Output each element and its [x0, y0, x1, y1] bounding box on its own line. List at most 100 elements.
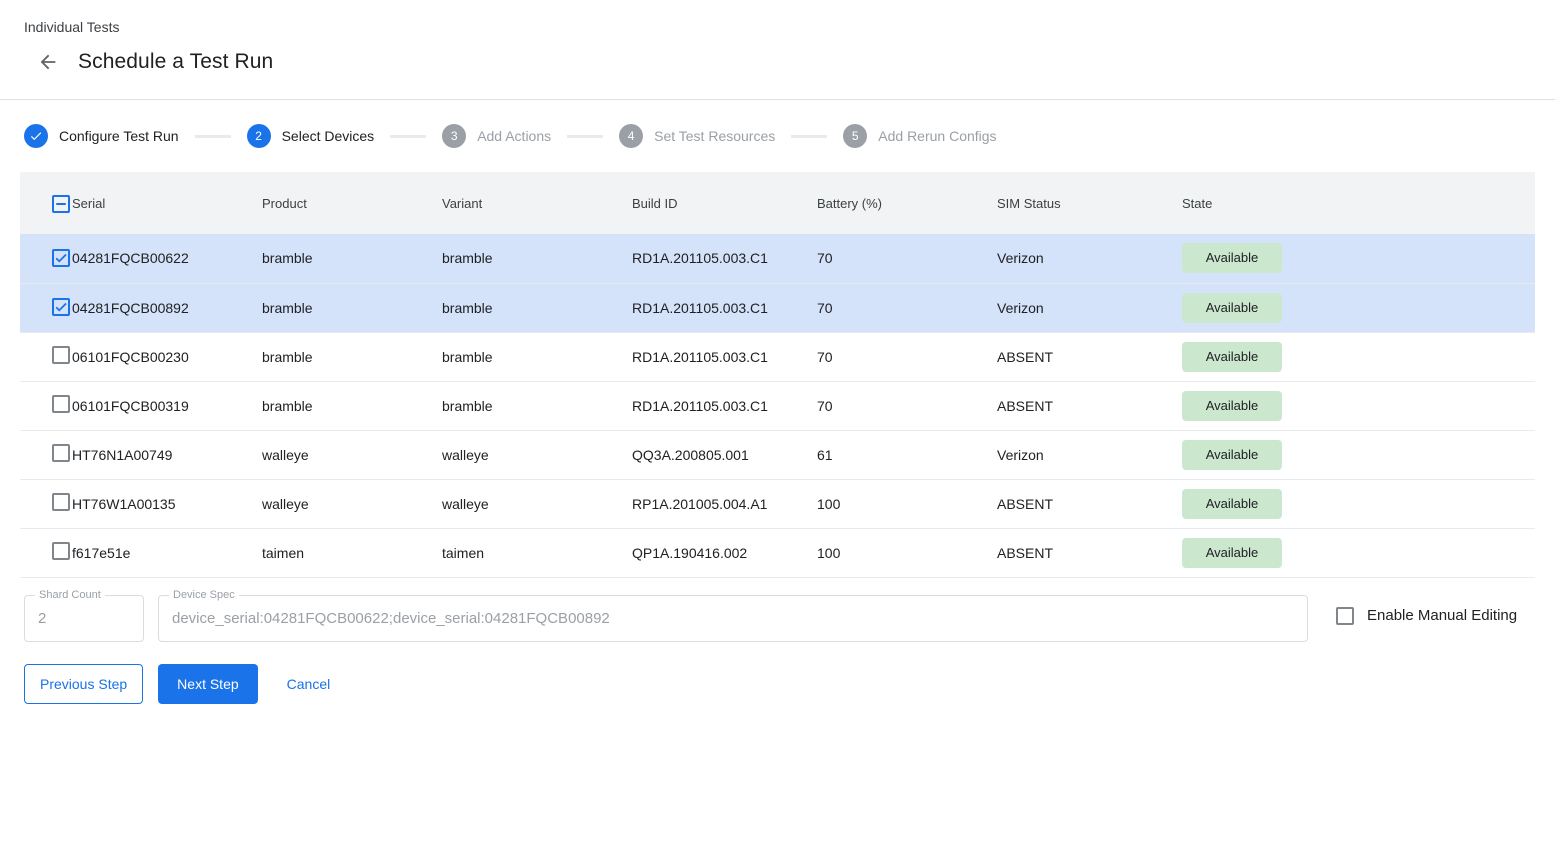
step-add-rerun-configs[interactable]: 5 Add Rerun Configs	[843, 124, 996, 148]
step-3-label: Add Actions	[477, 128, 551, 144]
cell-sim-status: ABSENT	[997, 332, 1182, 381]
select-all-header-cell	[20, 172, 72, 234]
row-select-checkbox[interactable]	[52, 395, 70, 413]
cell-product: taimen	[262, 528, 442, 577]
device-spec-field[interactable]: Device Spec device_serial:04281FQCB00622…	[158, 595, 1308, 642]
devices-table: Serial Product Variant Build ID Battery …	[20, 172, 1535, 578]
device-spec-label: Device Spec	[169, 588, 239, 602]
cell-battery: 70	[817, 234, 997, 283]
row-select-checkbox[interactable]	[52, 298, 70, 316]
step-1-label: Configure Test Run	[59, 128, 179, 144]
step-5-label: Add Rerun Configs	[878, 128, 996, 144]
step-4-circle: 4	[619, 124, 643, 148]
stepper: Configure Test Run 2 Select Devices 3 Ad…	[0, 100, 1555, 172]
cell-variant: bramble	[442, 381, 632, 430]
table-row[interactable]: 06101FQCB00230bramblebrambleRD1A.201105.…	[20, 332, 1535, 381]
status-badge: Available	[1182, 440, 1282, 470]
cell-sim-status: ABSENT	[997, 381, 1182, 430]
table-header-row: Serial Product Variant Build ID Battery …	[20, 172, 1535, 234]
cell-product: bramble	[262, 332, 442, 381]
cell-serial: 04281FQCB00622	[72, 234, 262, 283]
status-badge: Available	[1182, 391, 1282, 421]
table-row[interactable]: 04281FQCB00622bramblebrambleRD1A.201105.…	[20, 234, 1535, 283]
row-select-checkbox[interactable]	[52, 249, 70, 267]
cell-build-id: RD1A.201105.003.C1	[632, 234, 817, 283]
column-header-product[interactable]: Product	[262, 172, 442, 234]
cell-battery: 70	[817, 283, 997, 332]
cell-battery: 100	[817, 479, 997, 528]
table-row[interactable]: HT76W1A00135walleyewalleyeRP1A.201005.00…	[20, 479, 1535, 528]
row-select-cell	[20, 430, 72, 479]
column-header-variant[interactable]: Variant	[442, 172, 632, 234]
cell-product: bramble	[262, 283, 442, 332]
cell-product: walleye	[262, 479, 442, 528]
device-spec-value: device_serial:04281FQCB00622;device_seri…	[159, 610, 623, 627]
shard-count-label: Shard Count	[35, 588, 105, 602]
row-select-cell	[20, 381, 72, 430]
step-add-actions[interactable]: 3 Add Actions	[442, 124, 551, 148]
cell-serial: 06101FQCB00230	[72, 332, 262, 381]
cell-build-id: RP1A.201005.004.A1	[632, 479, 817, 528]
cell-state: Available	[1182, 430, 1535, 479]
title-row: Schedule a Test Run	[24, 50, 1531, 74]
cell-variant: bramble	[442, 283, 632, 332]
step-connector-2	[390, 135, 426, 138]
step-set-test-resources[interactable]: 4 Set Test Resources	[619, 124, 775, 148]
row-select-cell	[20, 332, 72, 381]
cell-build-id: RD1A.201105.003.C1	[632, 381, 817, 430]
enable-manual-editing-label: Enable Manual Editing	[1367, 607, 1517, 624]
column-header-sim-status[interactable]: SIM Status	[997, 172, 1182, 234]
step-select-devices[interactable]: 2 Select Devices	[247, 124, 375, 148]
column-header-state[interactable]: State	[1182, 172, 1535, 234]
table-row[interactable]: 06101FQCB00319bramblebrambleRD1A.201105.…	[20, 381, 1535, 430]
cell-state: Available	[1182, 381, 1535, 430]
cell-battery: 70	[817, 381, 997, 430]
cell-product: walleye	[262, 430, 442, 479]
status-badge: Available	[1182, 293, 1282, 323]
back-arrow-icon[interactable]	[36, 50, 60, 74]
cell-sim-status: ABSENT	[997, 479, 1182, 528]
cell-state: Available	[1182, 528, 1535, 577]
cell-battery: 70	[817, 332, 997, 381]
devices-table-body: 04281FQCB00622bramblebrambleRD1A.201105.…	[20, 234, 1535, 577]
previous-step-button[interactable]: Previous Step	[24, 664, 143, 704]
cell-build-id: QP1A.190416.002	[632, 528, 817, 577]
cell-build-id: QQ3A.200805.001	[632, 430, 817, 479]
shard-count-field[interactable]: Shard Count 2	[24, 595, 144, 642]
shard-count-value: 2	[25, 610, 59, 627]
row-select-checkbox[interactable]	[52, 542, 70, 560]
row-select-cell	[20, 234, 72, 283]
row-select-checkbox[interactable]	[52, 444, 70, 462]
cell-sim-status: ABSENT	[997, 528, 1182, 577]
column-header-battery[interactable]: Battery (%)	[817, 172, 997, 234]
column-header-build-id[interactable]: Build ID	[632, 172, 817, 234]
table-row[interactable]: HT76N1A00749walleyewalleyeQQ3A.200805.00…	[20, 430, 1535, 479]
cell-variant: walleye	[442, 479, 632, 528]
step-configure-test-run[interactable]: Configure Test Run	[24, 124, 179, 148]
cell-state: Available	[1182, 479, 1535, 528]
wizard-actions: Previous Step Next Step Cancel	[0, 642, 1555, 704]
cell-serial: f617e51e	[72, 528, 262, 577]
cell-sim-status: Verizon	[997, 234, 1182, 283]
enable-manual-editing-checkbox[interactable]	[1336, 607, 1354, 625]
step-2-label: Select Devices	[282, 128, 375, 144]
step-connector-1	[195, 135, 231, 138]
row-select-cell	[20, 283, 72, 332]
enable-manual-editing-row[interactable]: Enable Manual Editing	[1336, 607, 1517, 625]
breadcrumb[interactable]: Individual Tests	[24, 18, 1531, 36]
cancel-button[interactable]: Cancel	[273, 665, 345, 703]
step-connector-3	[567, 135, 603, 138]
devices-table-head: Serial Product Variant Build ID Battery …	[20, 172, 1535, 234]
cell-variant: taimen	[442, 528, 632, 577]
table-row[interactable]: f617e51etaimentaimenQP1A.190416.002100AB…	[20, 528, 1535, 577]
row-select-checkbox[interactable]	[52, 493, 70, 511]
next-step-button[interactable]: Next Step	[158, 664, 257, 704]
cell-battery: 100	[817, 528, 997, 577]
column-header-serial[interactable]: Serial	[72, 172, 262, 234]
cell-serial: HT76N1A00749	[72, 430, 262, 479]
cell-serial: 04281FQCB00892	[72, 283, 262, 332]
row-select-checkbox[interactable]	[52, 346, 70, 364]
select-all-checkbox[interactable]	[52, 195, 70, 213]
cell-serial: 06101FQCB00319	[72, 381, 262, 430]
table-row[interactable]: 04281FQCB00892bramblebrambleRD1A.201105.…	[20, 283, 1535, 332]
